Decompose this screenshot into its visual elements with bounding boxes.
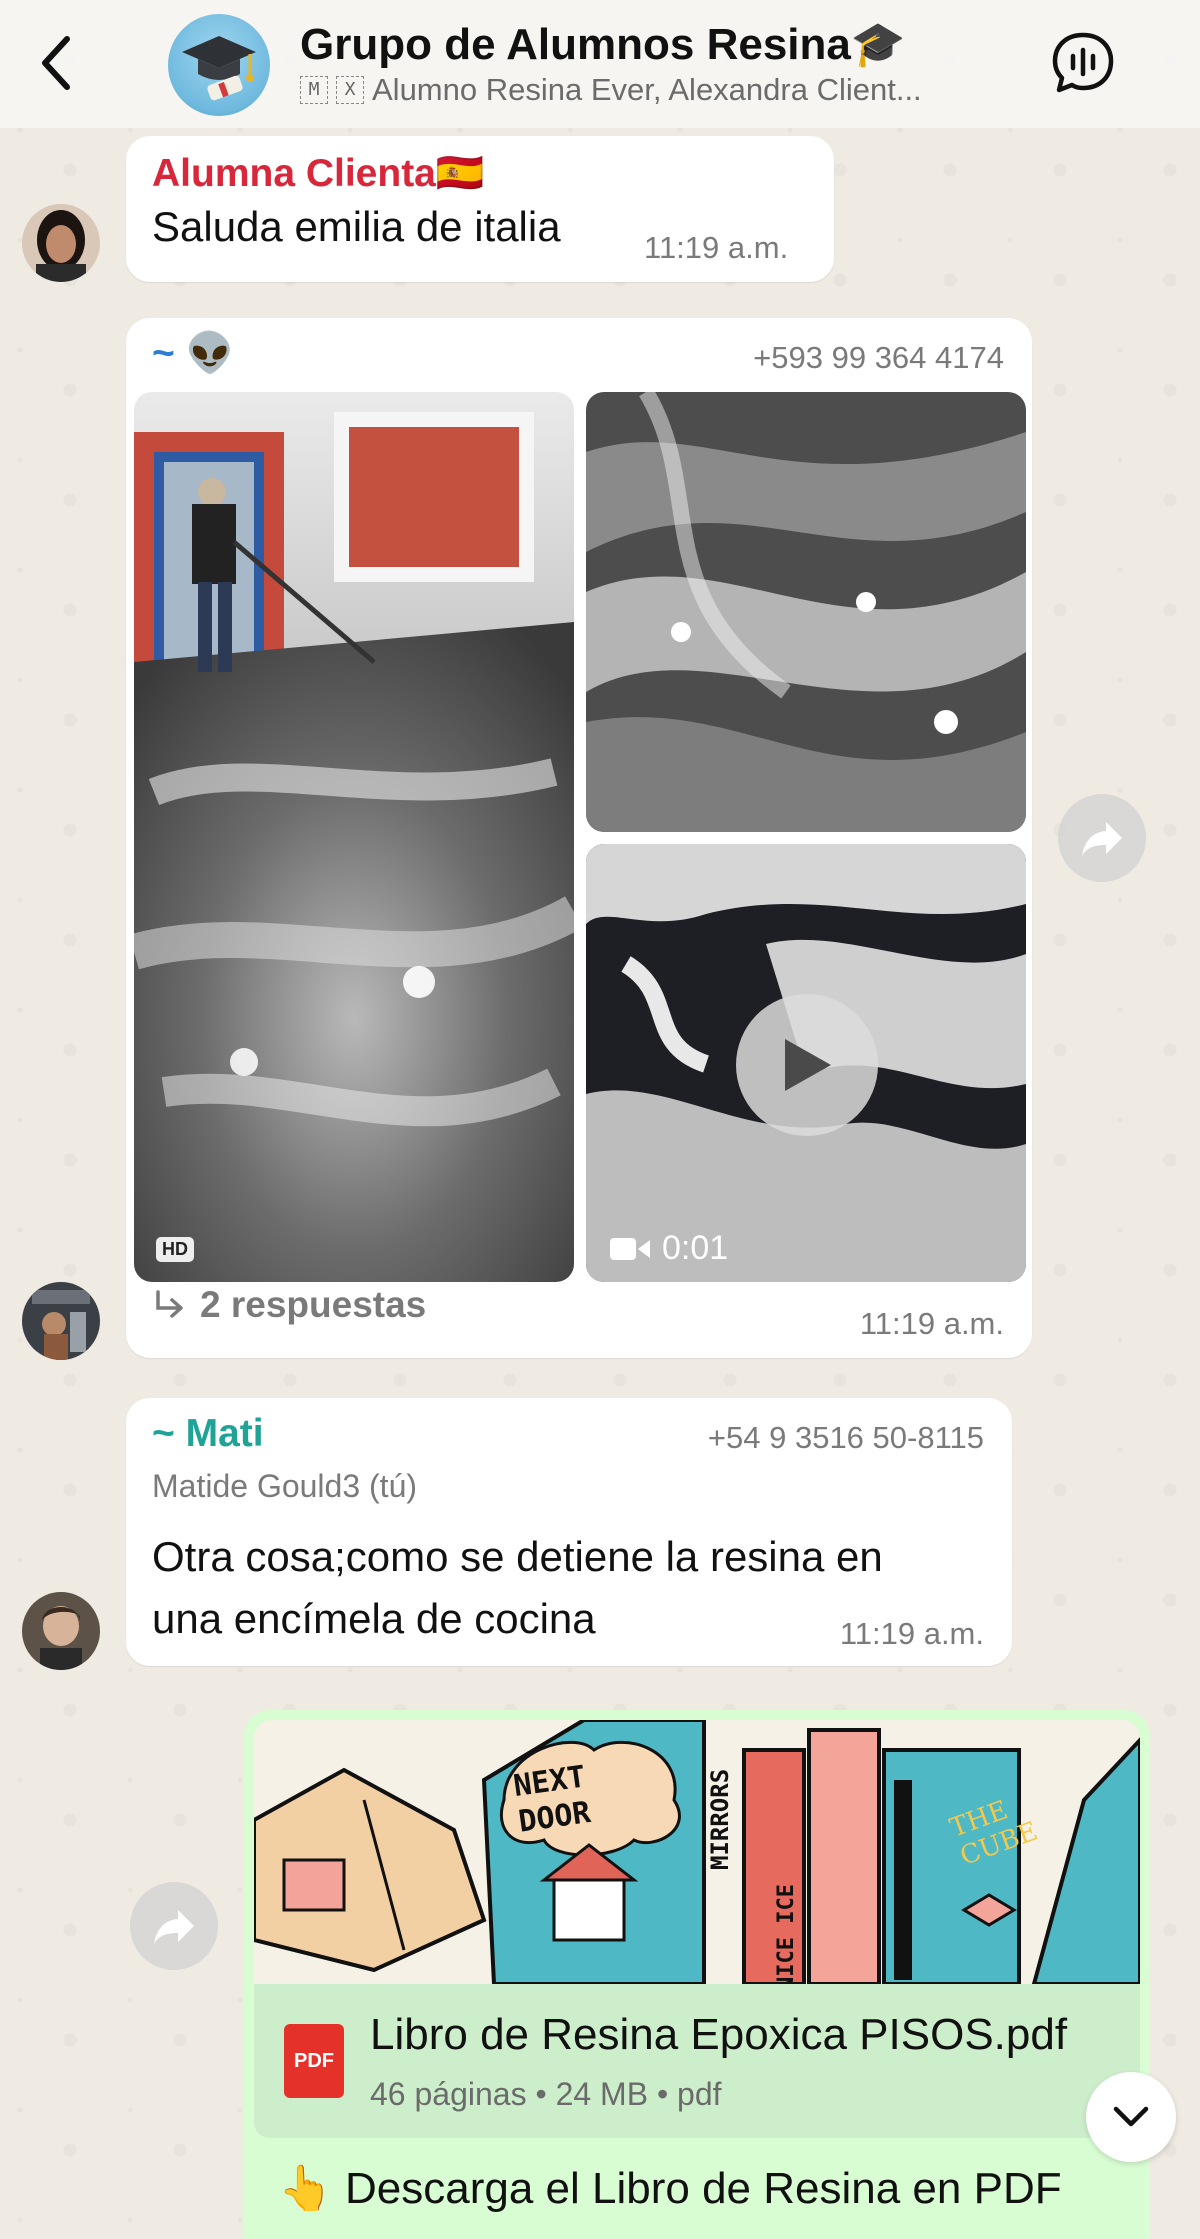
play-icon [785, 1039, 831, 1091]
video-duration: 0:01 [610, 1229, 728, 1268]
chat-header: Grupo de Alumnos Resina🎓 M X Alumno Resi… [0, 0, 1200, 128]
participants-text: Alumno Resina Ever, Alexandra Client... [372, 72, 922, 107]
back-icon [42, 36, 70, 90]
video-icon [610, 1237, 650, 1260]
placeholder-glyph-m: M [300, 76, 328, 104]
message-time: 11:19 a.m. [839, 1616, 984, 1651]
document-name[interactable]: Libro de Resina Epoxica PISOS.pdf [370, 2010, 1067, 2060]
video-duration-text: 0:01 [662, 1229, 729, 1267]
replies-count: 2 respuestas [200, 1284, 427, 1325]
message-time: 11:19 a.m. [859, 1306, 1004, 1341]
play-button[interactable] [736, 994, 878, 1136]
chevron-down-icon [1113, 2106, 1149, 2127]
document-info[interactable]: PDF Libro de Resina Epoxica PISOS.pdf 46… [254, 1984, 1140, 2138]
message-text-line: Otra cosa;como se detiene la resina en [152, 1533, 883, 1580]
chat-title[interactable]: Grupo de Alumnos Resina🎓 [300, 18, 906, 70]
voice-chat-button[interactable] [1050, 30, 1116, 96]
document-caption: 👆 Descarga el Libro de Resina en PDF [278, 2164, 1062, 2213]
sender-name[interactable]: ~ Mati [152, 1412, 264, 1456]
back-button[interactable] [30, 30, 80, 96]
album-photo[interactable] [586, 392, 1026, 832]
sender-phone: +593 99 364 4174 [753, 340, 1004, 375]
forward-icon [1082, 822, 1122, 856]
message-bubble[interactable]: Alumna Clienta🇪🇸 Saluda emilia de italia… [126, 136, 834, 282]
document-message-bubble[interactable]: NEXT DOOR MIRRORS NICE ICE THE CUBE PDF … [244, 1710, 1150, 2239]
hd-badge: HD [156, 1237, 194, 1262]
message-time: 11:19 a.m. [644, 230, 789, 265]
sender-phone: +54 9 3516 50-8115 [707, 1420, 984, 1455]
group-avatar[interactable] [168, 14, 270, 116]
voice-chat-icon [1052, 32, 1114, 93]
document-preview[interactable]: NEXT DOOR MIRRORS NICE ICE THE CUBE [254, 1720, 1140, 1984]
forward-button[interactable] [1058, 794, 1146, 882]
document-meta: 46 páginas • 24 MB • pdf [370, 2076, 722, 2112]
replies-link[interactable]: 2 respuestas [154, 1284, 426, 1326]
sender-avatar[interactable] [22, 1592, 100, 1670]
sender-subname: Matide Gould3 (tú) [152, 1468, 418, 1504]
graduation-cap-icon [182, 36, 256, 101]
sender-avatar[interactable] [22, 1282, 100, 1360]
reply-arrow-icon [156, 1290, 183, 1318]
message-bubble[interactable]: ~ Mati +54 9 3516 50-8115 Matide Gould3 … [126, 1398, 1012, 1666]
sender-name[interactable]: ~ 👽 [152, 330, 234, 376]
album-video[interactable]: 0:01 [586, 844, 1026, 1282]
forward-icon [154, 1910, 194, 1944]
pdf-icon: PDF [284, 2024, 344, 2098]
sender-name[interactable]: Alumna Clienta🇪🇸 [152, 150, 484, 196]
preview-text: NICE ICE [774, 1884, 799, 1984]
scroll-to-bottom-button[interactable] [1086, 2072, 1176, 2162]
sender-avatar[interactable] [22, 204, 100, 282]
preview-text: MIRRORS [706, 1768, 734, 1870]
message-text: Saluda emilia de italia [152, 203, 561, 250]
chat-participants[interactable]: M X Alumno Resina Ever, Alexandra Client… [300, 72, 1020, 108]
forward-button[interactable] [130, 1882, 218, 1970]
media-album-bubble[interactable]: ~ 👽 +593 99 364 4174 HD 0:01 2 respuesta… [126, 318, 1032, 1358]
album-photo[interactable]: HD [134, 392, 574, 1282]
placeholder-glyph-x: X [336, 76, 364, 104]
message-text-line: una encímela de cocina [152, 1595, 596, 1642]
